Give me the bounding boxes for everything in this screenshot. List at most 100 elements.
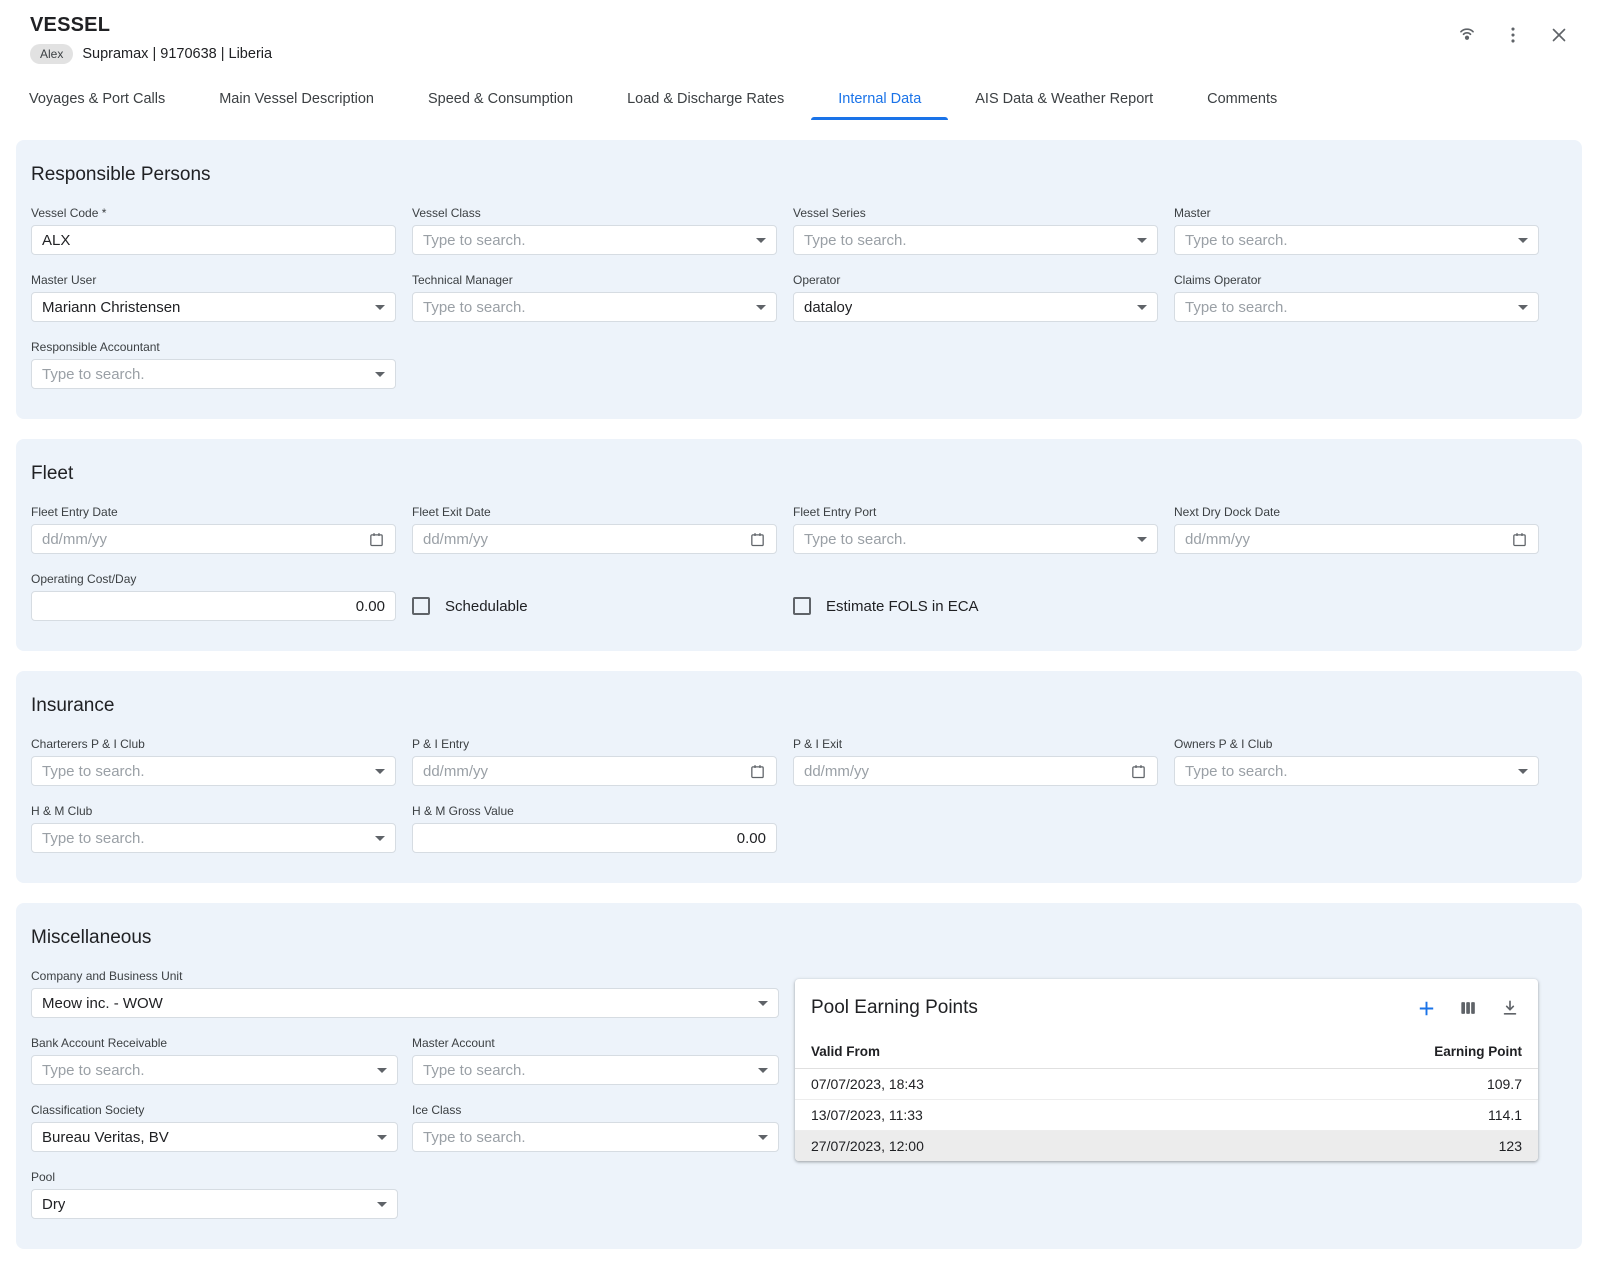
operating-cost-day-input[interactable] <box>31 591 396 621</box>
tab-comments[interactable]: Comments <box>1180 78 1304 120</box>
add-icon[interactable] <box>1414 996 1438 1020</box>
chevron-down-icon <box>377 1135 387 1140</box>
classification-society-select[interactable]: Bureau Veritas, BV <box>31 1122 398 1152</box>
field-hm-club: H & M Club Type to search. <box>31 804 396 853</box>
window-header: VESSEL Alex Supramax | 9170638 | Liberia <box>0 0 1598 64</box>
charterers-pi-club-select[interactable]: Type to search. <box>31 756 396 786</box>
card-actions <box>1414 996 1522 1020</box>
field-label: Owners P & I Club <box>1174 737 1539 751</box>
field-label: Technical Manager <box>412 273 777 287</box>
column-header-valid-from: Valid From <box>811 1044 880 1059</box>
vessel-code-input[interactable] <box>31 225 396 255</box>
page-title: VESSEL <box>30 14 272 37</box>
vessel-class-select[interactable]: Type to search. <box>412 225 777 255</box>
field-label: H & M Gross Value <box>412 804 777 818</box>
operator-select[interactable]: dataloy <box>793 292 1158 322</box>
table-row[interactable]: 07/07/2023, 18:43 109.7 <box>795 1069 1538 1100</box>
close-icon[interactable] <box>1546 22 1572 48</box>
date-placeholder: dd/mm/yy <box>423 763 488 780</box>
tab-voyages-port-calls[interactable]: Voyages & Port Calls <box>2 78 192 120</box>
grid-spacer <box>412 1170 779 1219</box>
field-owners-pi-club: Owners P & I Club Type to search. <box>1174 737 1539 786</box>
tab-internal-data[interactable]: Internal Data <box>811 78 948 120</box>
select-placeholder: Type to search. <box>1185 763 1288 780</box>
calendar-icon <box>749 763 766 780</box>
fleet-entry-date-input[interactable]: dd/mm/yy <box>31 524 396 554</box>
hm-club-select[interactable]: Type to search. <box>31 823 396 853</box>
master-select[interactable]: Type to search. <box>1174 225 1539 255</box>
tab-ais-data-weather-report[interactable]: AIS Data & Weather Report <box>948 78 1180 120</box>
bank-account-receivable-select[interactable]: Type to search. <box>31 1055 398 1085</box>
select-placeholder: Type to search. <box>1185 299 1288 316</box>
chevron-down-icon <box>756 238 766 243</box>
pool-select[interactable]: Dry <box>31 1189 398 1219</box>
select-value: Bureau Veritas, BV <box>42 1129 169 1146</box>
select-placeholder: Type to search. <box>423 1062 526 1079</box>
owners-pi-club-select[interactable]: Type to search. <box>1174 756 1539 786</box>
chevron-down-icon <box>758 1135 768 1140</box>
cell-earning-point: 114.1 <box>1488 1107 1522 1123</box>
pool-earning-points-table: Valid From Earning Point 07/07/2023, 18:… <box>795 1035 1538 1161</box>
field-label: Fleet Exit Date <box>412 505 777 519</box>
chevron-down-icon <box>377 1068 387 1073</box>
field-label: Operator <box>793 273 1158 287</box>
schedulable-checkbox[interactable]: Schedulable <box>412 591 777 621</box>
date-placeholder: dd/mm/yy <box>804 763 869 780</box>
section-title: Responsible Persons <box>31 164 1567 186</box>
field-charterers-pi-club: Charterers P & I Club Type to search. <box>31 737 396 786</box>
table-row[interactable]: 27/07/2023, 12:00 123 <box>795 1131 1538 1161</box>
hm-gross-value-input[interactable] <box>412 823 777 853</box>
header-actions <box>1454 22 1572 48</box>
calendar-icon <box>1130 763 1147 780</box>
fleet-exit-date-input[interactable]: dd/mm/yy <box>412 524 777 554</box>
technical-manager-select[interactable]: Type to search. <box>412 292 777 322</box>
tab-bar: Voyages & Port Calls Main Vessel Descrip… <box>0 78 1598 120</box>
select-value: Meow inc. - WOW <box>42 995 163 1012</box>
section-title: Miscellaneous <box>31 927 1567 949</box>
table-row[interactable]: 13/07/2023, 11:33 114.1 <box>795 1100 1538 1131</box>
master-user-select[interactable]: Mariann Christensen <box>31 292 396 322</box>
field-master: Master Type to search. <box>1174 206 1539 255</box>
chevron-down-icon <box>375 305 385 310</box>
field-label: P & I Exit <box>793 737 1158 751</box>
columns-icon[interactable] <box>1456 996 1480 1020</box>
tab-speed-consumption[interactable]: Speed & Consumption <box>401 78 600 120</box>
company-business-unit-select[interactable]: Meow inc. - WOW <box>31 988 779 1018</box>
tab-main-vessel-description[interactable]: Main Vessel Description <box>192 78 401 120</box>
vessel-subtitle-row: Alex Supramax | 9170638 | Liberia <box>30 44 272 64</box>
field-claims-operator: Claims Operator Type to search. <box>1174 273 1539 322</box>
field-label: Responsible Accountant <box>31 340 396 354</box>
field-pi-exit: P & I Exit dd/mm/yy <box>793 737 1158 786</box>
date-placeholder: dd/mm/yy <box>1185 531 1250 548</box>
chevron-down-icon <box>1518 238 1528 243</box>
chevron-down-icon <box>758 1068 768 1073</box>
header-titles: VESSEL Alex Supramax | 9170638 | Liberia <box>30 14 272 64</box>
master-account-select[interactable]: Type to search. <box>412 1055 779 1085</box>
kebab-menu-icon[interactable] <box>1500 22 1526 48</box>
sensors-icon[interactable] <box>1454 22 1480 48</box>
date-placeholder: dd/mm/yy <box>423 531 488 548</box>
checkbox-label: Estimate FOLS in ECA <box>826 598 979 615</box>
ice-class-select[interactable]: Type to search. <box>412 1122 779 1152</box>
claims-operator-select[interactable]: Type to search. <box>1174 292 1539 322</box>
column-header-earning-point: Earning Point <box>1434 1044 1522 1059</box>
estimate-fols-in-eca-checkbox[interactable]: Estimate FOLS in ECA <box>793 591 1158 621</box>
download-icon[interactable] <box>1498 996 1522 1020</box>
section-miscellaneous: Miscellaneous Company and Business Unit … <box>16 903 1582 1249</box>
pi-entry-date-input[interactable]: dd/mm/yy <box>412 756 777 786</box>
field-bank-account-receivable: Bank Account Receivable Type to search. <box>31 1036 398 1085</box>
pi-exit-date-input[interactable]: dd/mm/yy <box>793 756 1158 786</box>
field-next-dry-dock-date: Next Dry Dock Date dd/mm/yy <box>1174 505 1539 554</box>
responsible-accountant-select[interactable]: Type to search. <box>31 359 396 389</box>
next-dry-dock-date-input[interactable]: dd/mm/yy <box>1174 524 1539 554</box>
cell-valid-from: 13/07/2023, 11:33 <box>811 1107 923 1123</box>
vessel-series-select[interactable]: Type to search. <box>793 225 1158 255</box>
field-label: Next Dry Dock Date <box>1174 505 1539 519</box>
field-fleet-exit-date: Fleet Exit Date dd/mm/yy <box>412 505 777 554</box>
field-label: Company and Business Unit <box>31 969 779 983</box>
tab-load-discharge-rates[interactable]: Load & Discharge Rates <box>600 78 811 120</box>
field-label: Vessel Code * <box>31 206 396 220</box>
fleet-entry-port-select[interactable]: Type to search. <box>793 524 1158 554</box>
checkbox-icon <box>412 597 430 615</box>
field-responsible-accountant: Responsible Accountant Type to search. <box>31 340 396 389</box>
